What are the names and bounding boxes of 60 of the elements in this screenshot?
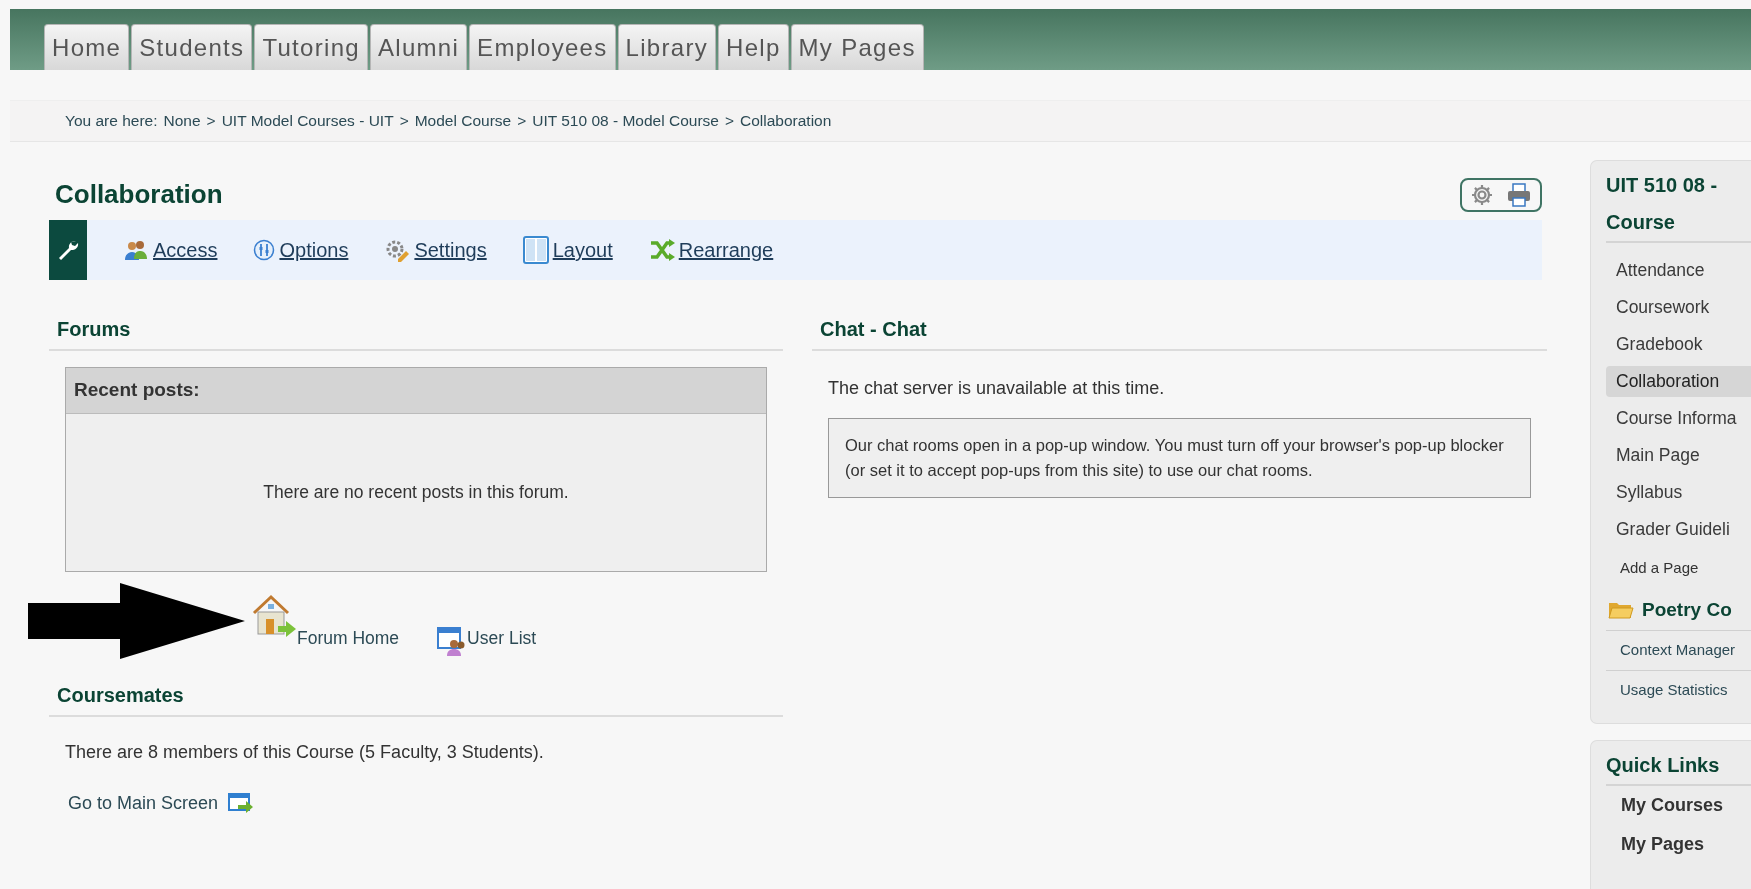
sidebar-item[interactable]: Attendance [1606,255,1751,286]
toolbar-link[interactable]: Settings [414,235,487,265]
add-page-link[interactable]: Add a Page [1606,551,1751,586]
options-icon[interactable] [253,239,276,261]
nav-tab[interactable]: My Pages [790,24,924,70]
toolbar-link[interactable]: Rearrange [678,235,774,265]
nav-tab[interactable]: Employees [469,24,616,70]
nav-tab[interactable]: Students [131,24,253,70]
sidebar-item[interactable]: Syllabus [1606,477,1751,508]
toolbar-link[interactable]: Options [279,235,349,265]
sidebar-tool-link[interactable]: Usage Statistics [1606,670,1751,709]
section-heading: Chat - Chat [812,317,1547,351]
house-arrow-icon[interactable] [251,593,297,639]
sidebar-item[interactable]: Coursework [1606,292,1751,323]
breadcrumb-link[interactable]: UIT 510 08 - Model Course [532,109,719,133]
main-screen-link[interactable]: Go to Main Screen [68,790,219,817]
status-message: The chat server is unavailable at this time. [828,377,1166,400]
breadcrumb-link[interactable]: Model Course [414,109,512,133]
toolbar-link[interactable]: Layout [552,235,613,265]
panel-heading: Recent posts: [66,368,766,414]
sidebar-tool-link[interactable]: Context Manager [1606,631,1751,671]
sidebar-item[interactable]: Course Informa [1606,403,1751,434]
forum-link[interactable]: Forum Home [297,624,400,651]
section-heading: Coursemates [49,683,783,717]
members-summary: There are 8 members of this Course (5 Faculty, 3 Students). [65,741,545,764]
breadcrumb-separator: > [724,111,734,132]
window-arrow-icon[interactable] [228,791,255,816]
panel-title: Quick Links [1606,747,1751,786]
print-icon[interactable] [1506,182,1532,208]
quick-link[interactable]: My Pages [1606,825,1751,864]
breadcrumb-link[interactable]: UIT Model Courses - UIT [221,109,394,133]
page-title: Collaboration [55,179,223,211]
breadcrumb-link[interactable]: None [163,109,201,133]
shuffle-icon[interactable] [648,238,675,262]
folder-item[interactable]: Poetry Co [1606,585,1751,631]
toolbar-link[interactable]: Access [153,235,218,265]
nav-tab[interactable]: Alumni [369,24,468,70]
nav-tab[interactable]: Help [718,24,789,70]
sidebar-item[interactable]: Grader Guideli [1606,514,1751,545]
nav-tab[interactable]: Library [617,24,716,70]
sidebar-title: UIT 510 08 - Course [1606,167,1751,243]
nav-tab[interactable]: Tutoring [254,24,368,70]
columns-icon[interactable] [522,236,549,264]
breadcrumb-separator: > [399,111,409,132]
breadcrumb-link[interactable]: Collaboration [740,109,832,133]
notice-box: Our chat rooms open in a pop-up window. You must turn off your browser's pop-up blocker (or set it to accept pop-ups from this site) to use our chat rooms. [828,418,1531,498]
wrench-icon[interactable] [49,220,87,280]
nav-tab[interactable]: Home [44,24,130,70]
breadcrumb-label: You are here: [65,111,158,132]
breadcrumb-separator: > [517,111,527,132]
empty-message: There are no recent posts in this forum. [262,481,570,505]
section-heading: Forums [49,317,783,351]
sidebar-item[interactable]: Collaboration [1606,366,1751,397]
sidebar-item[interactable]: Gradebook [1606,329,1751,360]
settings-icon[interactable] [1470,182,1494,208]
breadcrumb-separator: > [206,111,216,132]
forum-link[interactable]: User List [467,624,537,651]
sidebar-item[interactable]: Main Page [1606,440,1751,471]
people-icon[interactable] [123,238,149,262]
quick-link[interactable]: My Courses [1606,786,1751,825]
